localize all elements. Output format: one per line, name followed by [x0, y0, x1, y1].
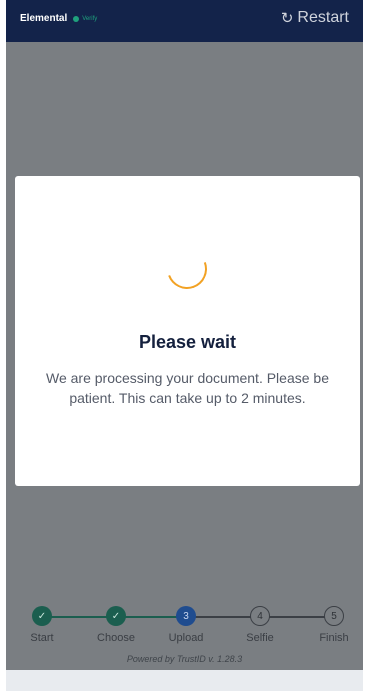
bottom-strip: [6, 670, 363, 691]
powered-by-text: Powered by TrustID v. 1.28.3: [126, 654, 243, 664]
restart-icon: ↻: [280, 10, 294, 27]
step-label: Selfie: [246, 632, 274, 644]
brand-name: Elemental: [20, 13, 68, 24]
step-number: 3: [176, 606, 196, 626]
step-label: Upload: [168, 632, 204, 644]
please-wait-modal: Please wait We are processing your docum…: [15, 176, 360, 486]
step-start: ✓ Start: [30, 606, 54, 644]
step-number: 5: [324, 606, 344, 626]
step-check-icon: ✓: [106, 606, 126, 626]
loading-spinner-icon: [160, 242, 214, 296]
step-upload: 3 Upload: [169, 606, 203, 644]
step-label: Start: [30, 632, 54, 644]
brand-logo: Elemental Verify: [20, 13, 97, 24]
step-label: Finish: [319, 632, 349, 644]
brand-dot-icon: [73, 15, 80, 22]
modal-title: Please wait: [138, 332, 237, 352]
brand-sub: Verify: [82, 15, 98, 22]
modal-message: We are processing your document. Please …: [45, 370, 329, 406]
step-connector: [42, 616, 116, 618]
step-connector: [186, 616, 260, 618]
step-finish: 5 Finish: [319, 606, 349, 644]
step-selfie: 4 Selfie: [246, 606, 274, 644]
top-bar: Elemental Verify ↻ Restart: [6, 0, 363, 42]
step-number: 4: [250, 606, 270, 626]
progress-stepper: ✓ Start ✓ Choose 3 Upload 4 Selfie 5 Fin…: [6, 598, 363, 670]
restart-label: Restart: [297, 9, 349, 26]
step-choose: ✓ Choose: [97, 606, 135, 644]
app-screen: Elemental Verify ↻ Restart Please wait W…: [6, 0, 363, 691]
step-connector: [260, 616, 334, 618]
step-check-icon: ✓: [32, 606, 52, 626]
restart-button[interactable]: ↻ Restart: [281, 9, 349, 27]
step-label: Choose: [97, 632, 135, 644]
